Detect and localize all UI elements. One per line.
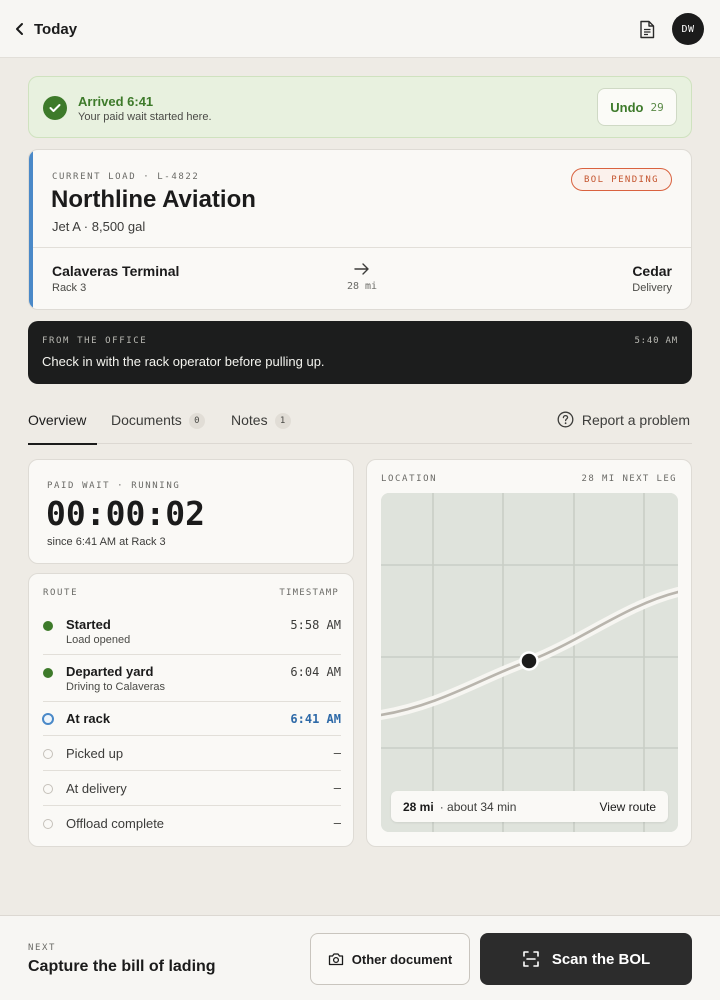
scan-bol-button[interactable]: Scan the BOL xyxy=(480,933,692,985)
route-map[interactable]: 28 mi · about 34 min View route xyxy=(381,493,678,832)
route-card: ROUTE TIMESTAMP Started Load opened 5:58… xyxy=(28,573,354,847)
map-info-bar: 28 mi · about 34 min View route xyxy=(391,791,668,822)
route-step-departed: Departed yard Driving to Calaveras 6:04 … xyxy=(43,655,341,702)
undo-button[interactable]: Undo 29 xyxy=(597,88,677,126)
undo-label: Undo xyxy=(610,99,644,115)
step-time: 5:58 AM xyxy=(290,618,341,632)
step-time: 6:04 AM xyxy=(290,665,341,679)
arrow-right-icon xyxy=(354,263,369,275)
tab-bar: Overview Documents 0 Notes 1 Report a pr… xyxy=(28,398,692,445)
step-time: – xyxy=(333,781,341,795)
step-pending-icon xyxy=(43,784,53,794)
location-card: LOCATION 28 MI NEXT LEG 28 mi · about 34… xyxy=(366,459,692,847)
office-message: FROM THE OFFICE 5:40 AM Check in with th… xyxy=(28,321,692,384)
office-time: 5:40 AM xyxy=(634,336,678,346)
timestamp-header: TIMESTAMP xyxy=(279,588,339,598)
undo-countdown: 29 xyxy=(650,100,664,114)
paid-wait-card: PAID WAIT · RUNNING 00:00:02 since 6:41 … xyxy=(28,459,354,564)
step-name: Departed yard xyxy=(66,664,154,679)
report-problem-label: Report a problem xyxy=(581,411,690,428)
view-route-link[interactable]: View route xyxy=(600,800,656,814)
document-icon xyxy=(640,20,655,38)
other-document-label: Other document xyxy=(351,951,453,967)
step-current-icon xyxy=(42,713,54,725)
current-load-card[interactable]: CURRENT LOAD · L-4822 Northline Aviation… xyxy=(28,149,692,310)
tab-notes-count: 1 xyxy=(274,413,291,429)
other-document-button[interactable]: Other document xyxy=(310,933,470,985)
load-customer: Northline Aviation xyxy=(51,186,256,213)
step-time: – xyxy=(333,816,341,830)
report-problem-button[interactable]: Report a problem xyxy=(557,411,690,428)
help-circle-icon xyxy=(557,411,574,428)
tab-documents-count: 0 xyxy=(188,413,205,429)
next-label: NEXT xyxy=(28,943,57,953)
chevron-left-icon xyxy=(16,23,23,35)
back-button[interactable]: Today xyxy=(14,17,77,41)
arrival-title: Arrived 6:41 xyxy=(78,94,154,109)
documents-button[interactable] xyxy=(636,18,658,40)
step-name: At delivery xyxy=(66,781,127,796)
step-pending-icon xyxy=(43,819,53,829)
office-label: FROM THE OFFICE xyxy=(42,336,148,346)
paid-wait-since: since 6:41 AM at Rack 3 xyxy=(47,536,166,548)
next-title: Capture the bill of lading xyxy=(28,958,216,975)
tab-notes-label: Notes xyxy=(231,412,268,428)
step-done-icon xyxy=(43,668,53,678)
camera-icon xyxy=(328,953,343,966)
check-circle-icon xyxy=(43,96,67,120)
step-name: Started xyxy=(66,617,111,632)
tab-overview-label: Overview xyxy=(28,412,87,428)
map-graphic xyxy=(381,493,678,832)
map-distance: 28 mi xyxy=(403,799,434,814)
tab-documents-label: Documents xyxy=(111,412,182,428)
step-desc: Driving to Calaveras xyxy=(66,681,166,693)
origin-sub: Rack 3 xyxy=(52,282,87,294)
arrival-subtitle: Your paid wait started here. xyxy=(78,111,212,123)
load-eyebrow: CURRENT LOAD · L-4822 xyxy=(52,172,200,182)
load-divider xyxy=(33,247,691,248)
next-leg-distance: 28 MI NEXT LEG xyxy=(581,474,677,484)
avatar[interactable]: DW xyxy=(672,13,704,45)
load-accent-bar xyxy=(29,150,33,309)
step-name: Picked up xyxy=(66,746,124,761)
back-label: Today xyxy=(34,20,78,38)
map-duration: · about 34 min xyxy=(439,799,517,814)
route-step-started: Started Load opened 5:58 AM xyxy=(43,608,341,655)
step-time: 6:41 AM xyxy=(290,712,341,726)
top-bar: Today DW xyxy=(0,0,720,58)
office-message-text: Check in with the rack operator before p… xyxy=(42,354,325,369)
truck-location-marker xyxy=(519,651,539,671)
origin-name: Calaveras Terminal xyxy=(52,263,180,279)
step-name: At rack xyxy=(66,711,111,726)
route-step-at-delivery: At delivery – xyxy=(43,771,341,806)
location-header: LOCATION xyxy=(381,474,438,484)
route-distance: 28 mi xyxy=(346,281,378,292)
step-pending-icon xyxy=(43,749,53,759)
paid-wait-timer: 00:00:02 xyxy=(46,494,205,533)
tab-documents[interactable]: Documents 0 xyxy=(111,412,205,444)
scan-icon xyxy=(523,951,539,967)
step-desc: Load opened xyxy=(66,634,131,646)
scan-bol-label: Scan the BOL xyxy=(551,950,651,968)
route-step-offload: Offload complete – xyxy=(43,806,341,841)
bol-status-badge: BOL PENDING xyxy=(570,168,672,191)
bottom-action-bar: NEXT Capture the bill of lading Other do… xyxy=(0,915,720,1000)
load-product: Jet A · 8,500 gal xyxy=(52,219,146,234)
destination-name: Cedar xyxy=(632,263,672,279)
step-time: – xyxy=(333,746,341,760)
tab-notes[interactable]: Notes 1 xyxy=(231,412,291,444)
route-step-picked-up: Picked up – xyxy=(43,736,341,771)
route-header: ROUTE xyxy=(43,588,79,598)
paid-wait-label: PAID WAIT · RUNNING xyxy=(47,481,181,491)
step-done-icon xyxy=(43,621,53,631)
step-name: Offload complete xyxy=(66,816,165,831)
arrival-banner: Arrived 6:41 Your paid wait started here… xyxy=(28,76,692,138)
tab-overview[interactable]: Overview xyxy=(28,412,98,445)
route-step-at-rack: At rack 6:41 AM xyxy=(42,702,341,736)
destination-sub: Delivery xyxy=(632,282,672,294)
